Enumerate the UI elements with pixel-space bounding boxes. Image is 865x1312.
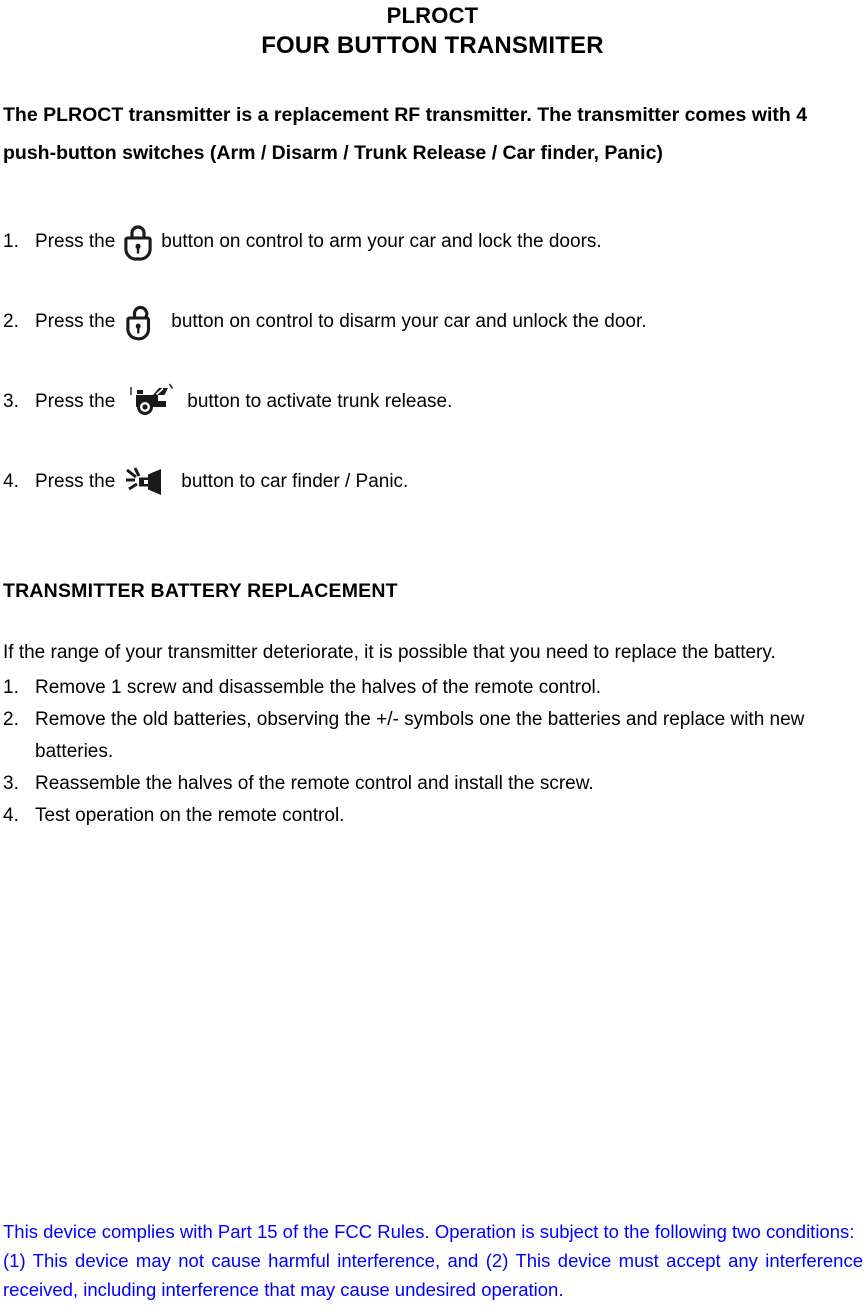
siren-horn-icon [123, 464, 169, 500]
list-item-text-after: button to car finder / Panic. [181, 471, 409, 492]
padlock-open-icon [124, 302, 160, 342]
list-item-text-after: button on control to disarm your car and… [171, 311, 647, 332]
list-item-text-after: button to activate trunk release. [187, 391, 453, 412]
fcc-notice-line-1: This device complies with Part 15 of the… [3, 1221, 855, 1242]
list-item-number: 2. [3, 311, 19, 332]
operation-step-list: 1. Press the button on control to arm yo… [0, 202, 865, 522]
list-item-number: 2. [3, 709, 19, 730]
title-line-2: FOUR BUTTON TRANSMITER [261, 32, 604, 59]
list-item: 1. Press the button on control to arm yo… [0, 202, 865, 282]
list-item: 2. Press the button on control to disarm… [0, 282, 865, 362]
list-item: 3. Reassemble the halves of the remote c… [0, 768, 865, 800]
list-item-number: 3. [3, 391, 19, 412]
battery-step-list: 1. Remove 1 screw and disassemble the ha… [0, 672, 865, 832]
list-item-text: Remove the old batteries, observing the … [35, 709, 805, 762]
list-item: 4. Test operation on the remote control. [0, 800, 865, 832]
battery-section-intro: If the range of your transmitter deterio… [3, 642, 776, 663]
list-item: 3. Press the button to activate trunk re… [0, 362, 865, 442]
list-item-number: 1. [3, 231, 19, 252]
list-item-text-before: Press the [35, 231, 116, 252]
document-page: PLROCT FOUR BUTTON TRANSMITER The PLROCT… [0, 0, 865, 1312]
list-item-text: Reassemble the halves of the remote cont… [35, 773, 594, 794]
battery-section-heading: TRANSMITTER BATTERY REPLACEMENT [3, 580, 398, 602]
list-item-text-before: Press the [35, 471, 116, 492]
intro-paragraph: The PLROCT transmitter is a replacement … [3, 104, 808, 164]
page-title: PLROCT FOUR BUTTON TRANSMITER [0, 0, 865, 62]
list-item: 4. Press the button to car finder / Pani… [0, 442, 865, 522]
list-item-number: 4. [3, 805, 19, 826]
title-line-1: PLROCT [386, 3, 479, 28]
list-item-text-before: Press the [35, 311, 116, 332]
fcc-notice: This device complies with Part 15 of the… [3, 1217, 863, 1304]
fcc-notice-line-2: (1) This device may not cause harmful in… [3, 1250, 863, 1300]
list-item-text-after: button on control to arm your car and lo… [161, 231, 602, 252]
list-item: 1. Remove 1 screw and disassemble the ha… [0, 672, 865, 704]
list-item-number: 1. [3, 677, 19, 698]
padlock-closed-icon [121, 222, 155, 262]
list-item: 2. Remove the old batteries, observing t… [0, 704, 865, 768]
list-item-text: Test operation on the remote control. [35, 805, 345, 826]
list-item-number: 4. [3, 471, 19, 492]
car-trunk-open-icon [123, 381, 177, 423]
list-item-text-before: Press the [35, 391, 116, 412]
list-item-text: Remove 1 screw and disassemble the halve… [35, 677, 602, 698]
list-item-number: 3. [3, 773, 19, 794]
